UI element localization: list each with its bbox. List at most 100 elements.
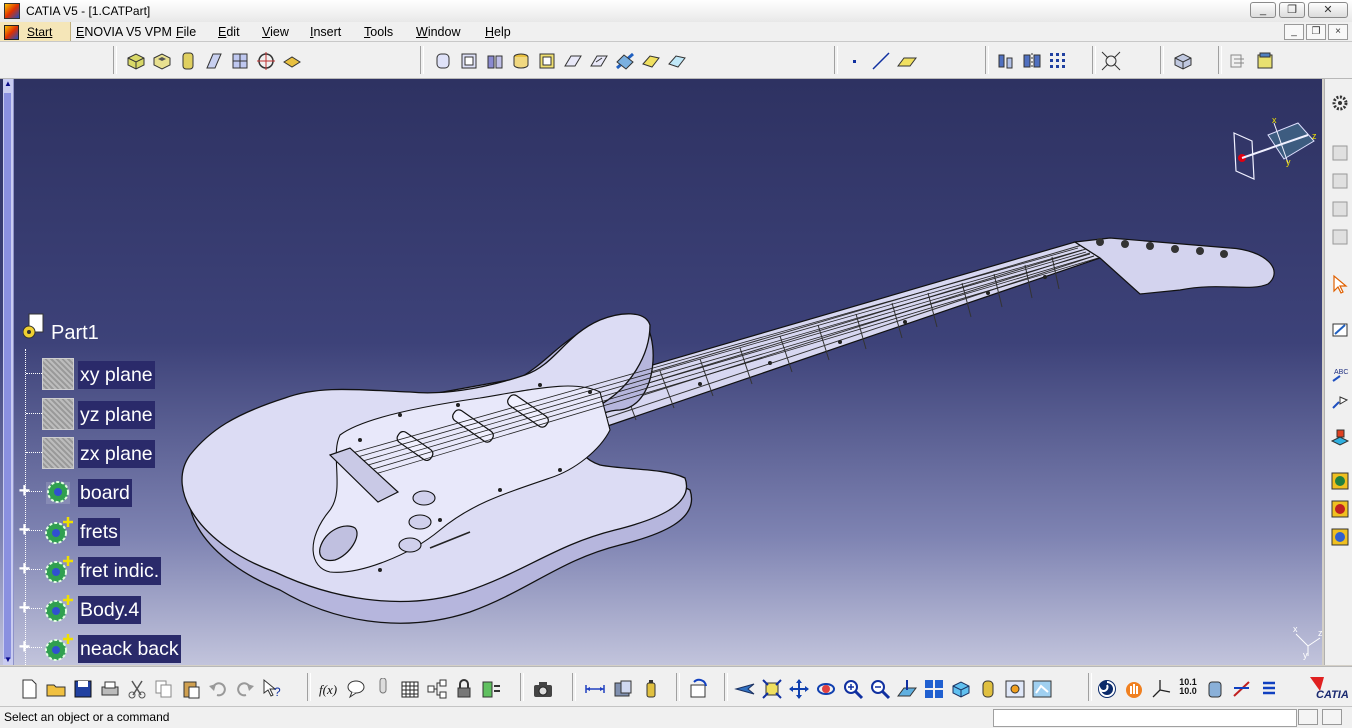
shell-icon[interactable] [510,50,532,72]
redo-icon[interactable] [234,678,256,700]
parameters-icon[interactable] [480,678,502,700]
stop-command-button[interactable] [1298,709,1318,725]
iso-view-icon[interactable] [950,678,972,700]
tree-node-label[interactable]: Body.4 [78,596,142,624]
tree-node-label[interactable]: fret indic. [78,557,162,585]
swirl-icon[interactable] [1096,678,1118,700]
minimize-button[interactable]: _ [1250,2,1276,18]
line-icon[interactable] [870,50,892,72]
groove-icon[interactable] [203,50,225,72]
rotate-icon[interactable] [815,678,837,700]
measure-icon[interactable] [1100,50,1122,72]
boolean-remove-icon[interactable] [1330,499,1350,519]
rectangular-pattern-icon[interactable] [1047,50,1069,72]
tree-node-neack-back[interactable]: + neack back [0,631,181,665]
sketch-positioned-icon[interactable] [1330,171,1350,191]
swap-space-icon[interactable] [1031,678,1053,700]
text-annotation-icon[interactable]: ABC [1330,364,1350,384]
menu-enovia[interactable]: ENOVIA V5 VPM [76,25,172,39]
tree-node-zx-plane[interactable]: zx plane [0,436,160,470]
select-arrow-icon[interactable] [1330,274,1350,294]
pocket-icon[interactable] [151,50,173,72]
apply-material-icon[interactable] [1172,50,1194,72]
axis-system-icon[interactable] [1150,678,1172,700]
menu-window[interactable]: Window [416,25,460,39]
sketch-icon[interactable] [1330,143,1350,163]
command-input[interactable] [993,709,1297,727]
translate-icon[interactable] [995,50,1017,72]
expand-icon[interactable]: + [17,520,32,540]
menu-view[interactable]: View [262,25,289,39]
copy-icon[interactable] [153,678,175,700]
menu-edit[interactable]: Edit [218,25,240,39]
dimension-icon[interactable] [584,678,606,700]
stiffener-icon[interactable] [281,50,303,72]
chamfer-icon[interactable] [458,50,480,72]
profile-icon[interactable] [1330,199,1350,219]
maximize-button[interactable]: ❐ [1279,2,1305,18]
knowledge-advisor-icon[interactable] [345,678,367,700]
edge-fillet-icon[interactable] [432,50,454,72]
tree-node-label[interactable]: frets [78,518,120,546]
doc-close-button[interactable]: × [1328,24,1348,40]
doc-restore-button[interactable]: ❐ [1306,24,1326,40]
mirror-icon[interactable] [1021,50,1043,72]
gear-icon[interactable] [1330,93,1350,113]
doc-minimize-button[interactable]: _ [1284,24,1304,40]
menu-help[interactable]: Help [485,25,511,39]
new-file-icon[interactable] [18,678,40,700]
zoom-out-icon[interactable] [869,678,891,700]
compass-icon[interactable]: x y z [1228,113,1322,185]
undo-icon[interactable] [207,678,229,700]
hierarchy-icon[interactable] [426,678,448,700]
tree-node-label[interactable]: xy plane [78,361,155,389]
flag-note-icon[interactable] [1330,392,1350,412]
tree-node-fret-indic[interactable]: + fret indic. [0,553,180,587]
lock-icon[interactable] [453,678,475,700]
rib-icon[interactable] [229,50,251,72]
table-icon[interactable] [399,678,421,700]
tree-node-body-4[interactable]: + Body.4 [0,592,160,626]
list-icon[interactable] [1258,678,1280,700]
tree-node-board[interactable]: + board [0,475,160,509]
axis-tool-icon[interactable] [1231,678,1253,700]
ratio-display[interactable]: 10.1 10.0 [1177,678,1199,700]
point-icon[interactable] [844,50,866,72]
camera-icon[interactable] [532,678,554,700]
hide-show-icon[interactable] [1004,678,1026,700]
part-icon[interactable] [23,313,45,339]
draft-icon[interactable] [484,50,506,72]
thick-surface-icon[interactable] [640,50,662,72]
power-input-button[interactable] [1322,709,1342,725]
catalog-icon[interactable] [1254,50,1276,72]
tree-node-label[interactable]: zx plane [78,440,155,468]
analysis-icon[interactable] [1228,50,1250,72]
boolean-intersect-icon[interactable] [1330,527,1350,547]
cylinder-view-icon[interactable] [1204,678,1226,700]
menu-insert[interactable]: Insert [310,25,341,39]
datum-icon[interactable] [1330,427,1350,447]
multi-view-icon[interactable] [923,678,945,700]
print-icon[interactable] [99,678,121,700]
tree-node-xy-plane[interactable]: xy plane [0,357,160,391]
expand-icon[interactable]: + [17,481,32,501]
tree-node-label[interactable]: board [78,479,132,507]
hole-icon[interactable] [255,50,277,72]
normal-view-icon[interactable] [896,678,918,700]
fit-all-icon[interactable] [761,678,783,700]
thread-icon[interactable] [562,50,584,72]
zoom-in-icon[interactable] [842,678,864,700]
close-surface-icon[interactable] [666,50,688,72]
hand-icon[interactable] [1123,678,1145,700]
remove-face-icon[interactable] [588,50,610,72]
update-icon[interactable] [688,678,710,700]
battery-icon[interactable] [640,678,662,700]
close-button[interactable]: ✕ [1308,2,1348,18]
plane-tool-icon[interactable] [896,50,918,72]
expand-icon[interactable]: + [17,598,32,618]
menu-tools[interactable]: Tools [364,25,393,39]
formula-icon[interactable]: f(x) [318,678,340,700]
start-menu[interactable]: Start [0,22,71,41]
expand-icon[interactable]: + [17,559,32,579]
split-icon[interactable] [614,50,636,72]
